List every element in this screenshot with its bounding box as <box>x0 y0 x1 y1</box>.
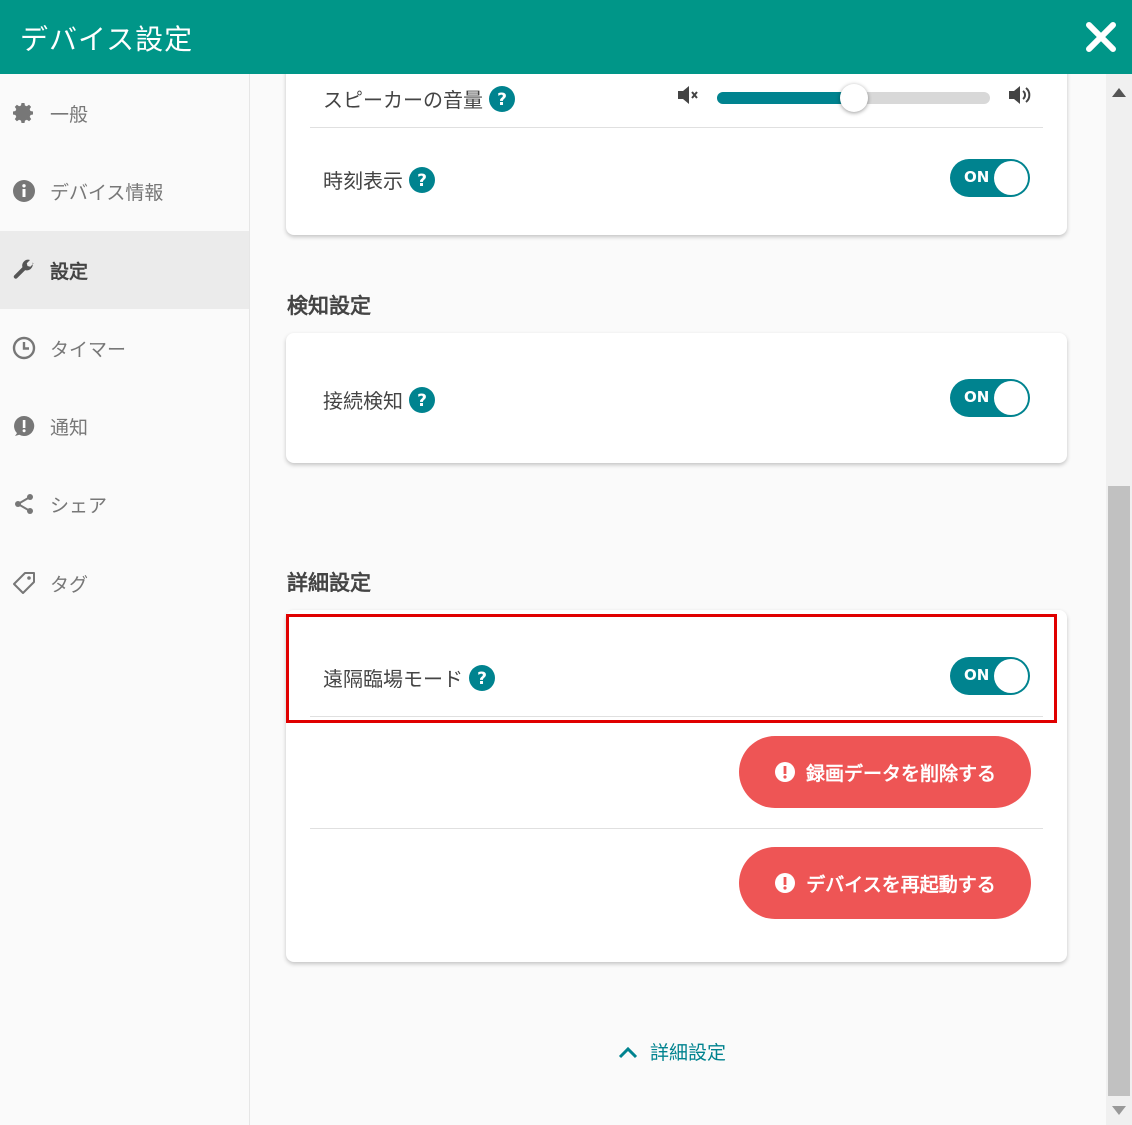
divider <box>310 127 1043 128</box>
time-display-toggle[interactable]: ON <box>950 159 1030 197</box>
help-icon[interactable]: ? <box>409 166 435 193</box>
svg-text:?: ? <box>417 171 427 191</box>
notification-icon <box>11 413 37 439</box>
share-icon <box>11 491 37 517</box>
toggle-state-label: ON <box>964 168 990 186</box>
sidebar-item-label: タイマー <box>50 338 127 361</box>
sidebar-item-general[interactable]: 一般 <box>0 74 249 152</box>
remote-mode-toggle[interactable]: ON <box>950 657 1030 695</box>
page-title: デバイス設定 <box>20 23 194 56</box>
toggle-state-label: ON <box>964 666 990 684</box>
divider <box>310 716 1043 717</box>
general-settings-card: スピーカーの音量 ? 時刻表示 ? ON <box>286 74 1067 235</box>
sidebar-item-share[interactable]: シェア <box>0 465 249 543</box>
chevron-up-icon <box>618 1046 638 1058</box>
clock-icon <box>11 335 37 361</box>
svg-text:?: ? <box>417 391 427 411</box>
info-icon <box>11 178 37 204</box>
header-bar: デバイス設定 <box>0 0 1132 74</box>
restart-device-button[interactable]: デバイスを再起動する <box>739 847 1031 919</box>
sidebar-item-device-info[interactable]: デバイス情報 <box>0 152 249 230</box>
connection-detection-toggle[interactable]: ON <box>950 379 1030 417</box>
volume-slider[interactable] <box>717 84 990 112</box>
advanced-settings-card: 遠隔臨場モード ? ON 録画データを削除する デバイスを再起動する <box>286 610 1067 962</box>
detection-section-title: 検知設定 <box>287 294 371 318</box>
connection-detection-label: 接続検知 <box>323 389 403 413</box>
time-display-row: 時刻表示 ? <box>323 165 435 194</box>
sidebar-item-label: タグ <box>50 573 89 596</box>
sidebar-item-timer[interactable]: タイマー <box>0 309 249 387</box>
collapse-advanced-link[interactable]: 詳細設定 <box>618 1038 726 1065</box>
settings-content: スピーカーの音量 ? 時刻表示 ? ON 検知設定 接続検知 ? ON 詳細設定… <box>250 74 1106 1125</box>
delete-recording-label: 録画データを削除する <box>805 762 996 785</box>
tag-icon <box>11 570 37 596</box>
toggle-knob <box>994 659 1028 693</box>
advanced-section-title: 詳細設定 <box>287 571 371 595</box>
scroll-down-arrow-icon[interactable] <box>1112 1106 1126 1115</box>
collapse-link-label: 詳細設定 <box>650 1042 727 1064</box>
sidebar-item-label: シェア <box>50 494 108 517</box>
help-icon[interactable]: ? <box>489 85 515 112</box>
toggle-state-label: ON <box>964 388 990 406</box>
scroll-up-arrow-icon[interactable] <box>1112 88 1126 97</box>
sidebar: 一般 デバイス情報 設定 タイマー 通知 シェア タグ <box>0 74 250 1125</box>
sidebar-item-label: 一般 <box>50 103 89 126</box>
divider <box>310 828 1043 829</box>
volume-high-icon <box>1007 84 1033 110</box>
mute-icon <box>676 84 700 110</box>
remote-mode-label: 遠隔臨場モード <box>323 667 463 691</box>
volume-slider-fill <box>717 92 854 104</box>
sidebar-item-tag[interactable]: タグ <box>0 544 249 622</box>
sidebar-item-label: デバイス情報 <box>50 181 164 204</box>
sidebar-item-settings[interactable]: 設定 <box>0 231 249 309</box>
detection-settings-card: 接続検知 ? ON <box>286 333 1067 463</box>
speaker-volume-row: スピーカーの音量 ? <box>323 84 515 113</box>
svg-text:?: ? <box>477 669 487 689</box>
volume-slider-thumb[interactable] <box>839 84 868 112</box>
time-display-label: 時刻表示 <box>323 169 403 193</box>
svg-text:?: ? <box>497 90 507 110</box>
scrollbar-thumb[interactable] <box>1108 486 1130 1096</box>
alert-icon <box>774 872 796 894</box>
scrollbar[interactable] <box>1106 74 1132 1125</box>
help-icon[interactable]: ? <box>469 664 495 691</box>
remote-mode-row: 遠隔臨場モード ? <box>323 663 495 692</box>
delete-recording-button[interactable]: 録画データを削除する <box>739 736 1031 808</box>
alert-icon <box>774 761 796 783</box>
sidebar-item-label: 設定 <box>50 260 89 283</box>
wrench-icon <box>11 257 37 283</box>
gear-icon <box>11 100 37 126</box>
sidebar-item-label: 通知 <box>50 416 89 439</box>
close-icon[interactable] <box>1084 20 1118 54</box>
speaker-volume-label: スピーカーの音量 <box>323 88 483 112</box>
restart-device-label: デバイスを再起動する <box>806 873 996 896</box>
toggle-knob <box>994 381 1028 415</box>
toggle-knob <box>994 161 1028 195</box>
connection-detection-row: 接続検知 ? <box>323 385 435 414</box>
sidebar-item-notification[interactable]: 通知 <box>0 387 249 465</box>
help-icon[interactable]: ? <box>409 386 435 413</box>
